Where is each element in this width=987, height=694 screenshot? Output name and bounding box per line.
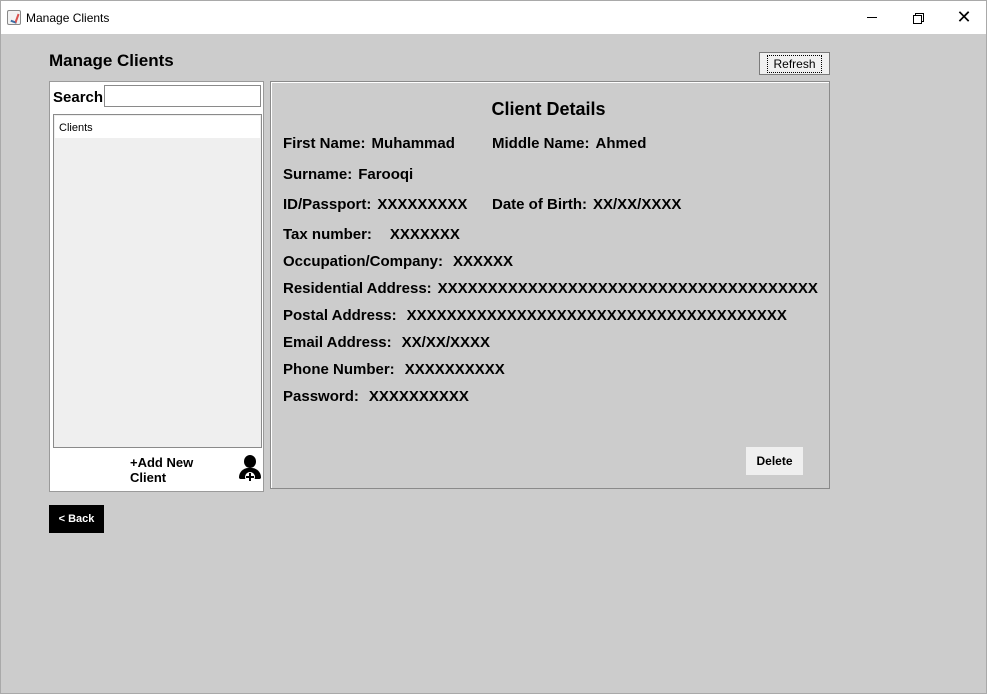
app-window: Manage Clients ✕ Manage Clients Refresh … xyxy=(0,0,987,694)
client-details-title: Client Details xyxy=(491,99,606,119)
occupation-row: Occupation/Company: XXXXXX xyxy=(283,253,513,270)
window-title: Manage Clients xyxy=(26,11,110,25)
java-app-icon xyxy=(7,10,21,25)
residential-address-value: XXXXXXXXXXXXXXXXXXXXXXXXXXXXXXXXXXXXXX xyxy=(437,280,818,297)
close-button[interactable]: ✕ xyxy=(941,1,987,34)
page-title: Manage Clients xyxy=(49,51,174,70)
clients-list[interactable]: Clients xyxy=(53,114,262,448)
user-add-icon xyxy=(238,454,261,485)
middle-name-value: Ahmed xyxy=(595,135,647,152)
occupation-label: Occupation/Company: xyxy=(283,253,444,270)
occupation-value: XXXXXX xyxy=(453,253,514,270)
residential-address-row: Residential Address: XXXXXXXXXXXXXXXXXXXX… xyxy=(283,280,818,297)
first-name-row: First Name: Muhammad xyxy=(283,135,455,152)
minimize-button[interactable] xyxy=(849,1,895,34)
clients-list-header: Clients xyxy=(55,116,260,138)
date-of-birth-value: XX/XX/XXXX xyxy=(593,196,682,213)
postal-address-label: Postal Address: xyxy=(283,307,397,324)
delete-button[interactable]: Delete xyxy=(746,447,803,475)
email-address-label: Email Address: xyxy=(283,334,392,351)
date-of-birth-label: Date of Birth: xyxy=(492,196,587,213)
postal-address-row: Postal Address: XXXXXXXXXXXXXXXXXXXXXXXXX… xyxy=(283,307,787,324)
middle-name-label: Middle Name: xyxy=(492,135,590,152)
add-new-client-label: +Add New Client xyxy=(130,454,194,485)
refresh-button-label: Refresh xyxy=(767,54,822,73)
tax-number-label: Tax number: xyxy=(283,226,372,243)
phone-number-row: Phone Number: XXXXXXXXXX xyxy=(283,361,505,378)
password-value: XXXXXXXXXX xyxy=(368,388,469,405)
add-new-client-button[interactable]: +Add New Client xyxy=(130,452,261,487)
phone-number-label: Phone Number: xyxy=(283,361,395,378)
first-name-label: First Name: xyxy=(283,135,366,152)
surname-value: Farooqi xyxy=(358,166,414,183)
search-label: Search xyxy=(53,89,104,106)
password-label: Password: xyxy=(283,388,359,405)
phone-number-value: XXXXXXXXXX xyxy=(404,361,505,378)
restore-icon xyxy=(912,12,924,24)
id-passport-row: ID/Passport: XXXXXXXXX xyxy=(283,196,467,213)
restore-button[interactable] xyxy=(895,1,941,34)
client-details-panel: Client Details First Name: Muhammad Middl… xyxy=(270,81,830,489)
date-of-birth-row: Date of Birth: XX/XX/XXXX xyxy=(492,196,681,213)
tax-number-value: XXXXXXX xyxy=(389,226,460,243)
residential-address-label: Residential Address: xyxy=(283,280,432,297)
refresh-button[interactable]: Refresh xyxy=(759,52,830,75)
title-bar: Manage Clients ✕ xyxy=(1,1,986,34)
close-icon: ✕ xyxy=(956,6,972,28)
email-address-value: XX/XX/XXXX xyxy=(401,334,491,351)
surname-row: Surname: Farooqi xyxy=(283,166,413,183)
middle-name-row: Middle Name: Ahmed xyxy=(492,135,646,152)
surname-label: Surname: xyxy=(283,166,353,183)
tax-number-row: Tax number: XXXXXXX xyxy=(283,226,460,243)
first-name-value: Muhammad xyxy=(371,135,455,152)
id-passport-value: XXXXXXXXX xyxy=(377,196,468,213)
search-input[interactable] xyxy=(104,85,261,107)
minimize-icon xyxy=(867,17,877,18)
password-row: Password: XXXXXXXXXX xyxy=(283,388,469,405)
email-address-row: Email Address: XX/XX/XXXX xyxy=(283,334,490,351)
postal-address-value: XXXXXXXXXXXXXXXXXXXXXXXXXXXXXXXXXXXXXX xyxy=(406,307,787,324)
id-passport-label: ID/Passport: xyxy=(283,196,372,213)
client-list-panel: Search Clients +Add New Client xyxy=(49,81,264,492)
back-button[interactable]: < Back xyxy=(49,505,104,533)
